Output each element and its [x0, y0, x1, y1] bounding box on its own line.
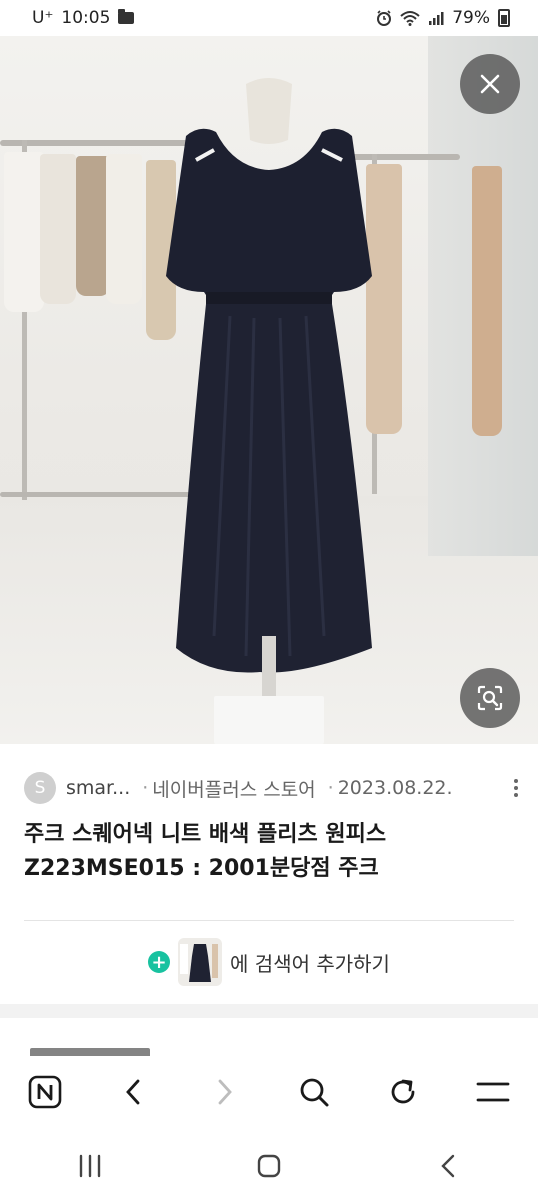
lens-search-button[interactable]: [460, 668, 520, 728]
wifi-icon: [400, 11, 420, 26]
result-title[interactable]: 주크 스퀘어넥 니트 배색 플리츠 원피스 Z223MSE015 : 2001분…: [24, 818, 516, 886]
site-name[interactable]: smar...: [66, 777, 130, 799]
next-section-peek: [0, 1018, 538, 1058]
system-navigation-bar: [0, 1132, 538, 1200]
dress-thumbnail: [178, 938, 223, 986]
home-icon: [257, 1154, 281, 1178]
refresh-button[interactable]: [381, 1070, 425, 1114]
clock: 10:05: [61, 8, 111, 28]
forward-button[interactable]: [202, 1070, 246, 1114]
status-bar: U⁺ 10:05 79%: [0, 0, 538, 36]
back-button[interactable]: [112, 1070, 156, 1114]
search-button[interactable]: [292, 1070, 336, 1114]
forward-icon: [218, 1079, 233, 1105]
home-button[interactable]: [247, 1144, 291, 1188]
plus-icon: +: [148, 951, 171, 973]
back-icon: [441, 1154, 455, 1178]
folder-icon: [118, 9, 135, 24]
lens-search-icon: [477, 685, 503, 711]
signal-icon: [429, 12, 444, 25]
site-avatar: S: [24, 772, 56, 804]
browser-toolbar: [0, 1058, 538, 1126]
naver-home-icon: [28, 1075, 62, 1109]
section-separator: [0, 1004, 538, 1018]
battery-percent: 79%: [452, 8, 490, 28]
product-image[interactable]: [0, 36, 538, 744]
recents-icon: [79, 1154, 100, 1178]
close-icon: [480, 74, 500, 94]
back-icon: [126, 1079, 140, 1105]
battery-icon: [498, 9, 510, 27]
separator: ·: [142, 777, 149, 799]
separator: ·: [327, 777, 334, 799]
divider: [24, 920, 514, 921]
search-icon: [300, 1078, 329, 1107]
store-name: 네이버플러스 스토어: [152, 778, 316, 801]
menu-icon: [476, 1082, 510, 1102]
naver-home-button[interactable]: [23, 1070, 67, 1114]
mannequin-base: [214, 696, 324, 744]
carrier-label: U⁺: [32, 8, 54, 28]
recents-button[interactable]: [68, 1144, 112, 1188]
more-options-icon[interactable]: [508, 775, 524, 801]
source-row[interactable]: S smar... · 네이버플러스 스토어 · 2023.08.22.: [24, 770, 524, 806]
refresh-icon: [392, 1079, 415, 1104]
alarm-icon: [377, 10, 392, 26]
add-search-term-button[interactable]: + 에 검색어 추가하기: [0, 936, 538, 988]
add-search-term-label: 에 검색어 추가하기: [230, 951, 390, 976]
result-date: 2023.08.22.: [337, 777, 453, 799]
system-back-button[interactable]: [426, 1144, 470, 1188]
close-button[interactable]: [460, 54, 520, 114]
menu-button[interactable]: [471, 1070, 515, 1114]
